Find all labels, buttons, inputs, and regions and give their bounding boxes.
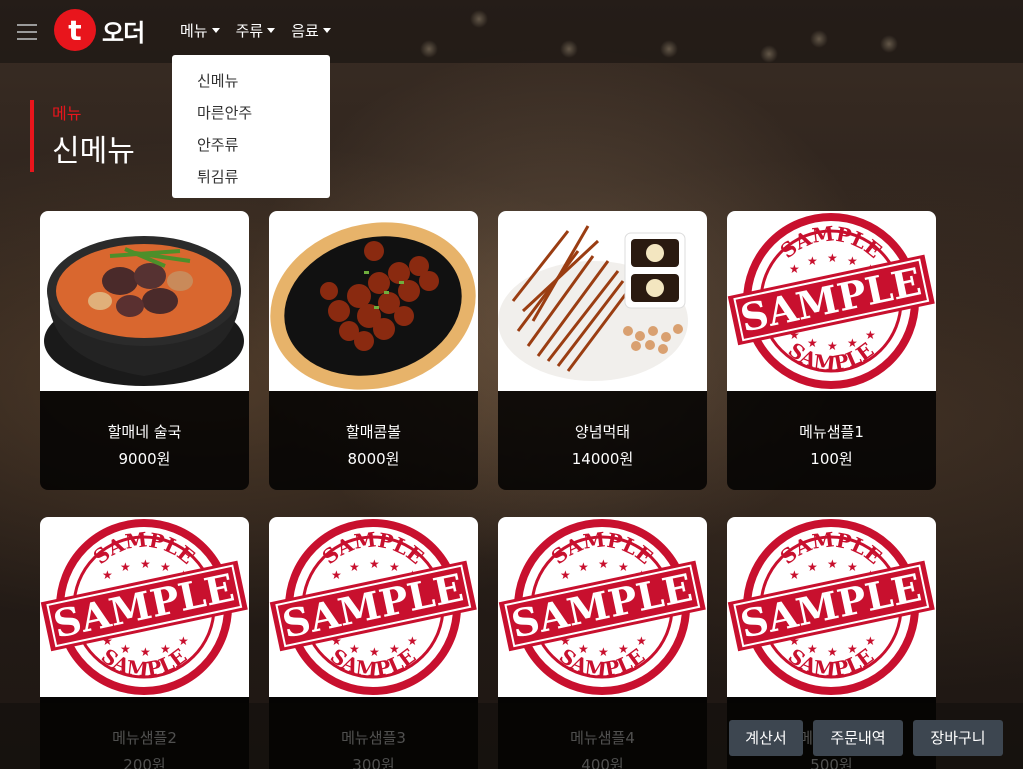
menu-card[interactable]: 양념먹태 14000원 xyxy=(498,211,707,490)
svg-text:★: ★ xyxy=(389,642,400,656)
hamburger-menu-icon[interactable] xyxy=(17,24,37,40)
main-nav: 메뉴 주류 음료 xyxy=(180,20,347,41)
menu-price: 8000원 xyxy=(347,450,400,468)
nav-drinks-label: 음료 xyxy=(291,22,319,40)
svg-text:★: ★ xyxy=(178,634,189,648)
brand-logo[interactable]: t 오더 xyxy=(54,9,145,51)
nav-menu[interactable]: 메뉴 xyxy=(180,20,220,41)
svg-text:★: ★ xyxy=(120,560,131,574)
sample-stamp-image: SAMPLE SAMPLE ★★★★★ ★★★★★ SAMPLE xyxy=(727,211,936,391)
svg-text:★: ★ xyxy=(827,645,838,659)
svg-text:★: ★ xyxy=(865,634,876,648)
svg-text:★: ★ xyxy=(369,645,380,659)
svg-text:★: ★ xyxy=(598,557,609,571)
cart-button[interactable]: 장바구니 xyxy=(913,720,1003,756)
section-heading: 메뉴 신메뉴 xyxy=(30,100,135,172)
svg-text:★: ★ xyxy=(578,642,589,656)
svg-text:★: ★ xyxy=(636,634,647,648)
svg-text:★: ★ xyxy=(618,560,629,574)
svg-text:★: ★ xyxy=(578,560,589,574)
menu-name: 양념먹태 xyxy=(574,423,631,441)
sample-stamp-image: SAMPLE SAMPLE ★★★★★ ★★★★★ SAMPLE xyxy=(269,517,478,697)
page-title: 신메뉴 xyxy=(52,134,135,169)
svg-text:★: ★ xyxy=(369,557,380,571)
section-subtitle: 메뉴 xyxy=(52,104,82,123)
nav-liquor[interactable]: 주류 xyxy=(236,20,276,41)
dried-fish-photo xyxy=(498,211,707,391)
menu-card[interactable]: 할매콤볼 8000원 xyxy=(269,211,478,490)
svg-text:★: ★ xyxy=(865,328,876,342)
dropdown-item-fried[interactable]: 튀김류 xyxy=(172,161,330,193)
chevron-down-icon xyxy=(211,28,220,33)
chevron-down-icon xyxy=(267,28,276,33)
spicy-balls-photo xyxy=(269,211,478,391)
dropdown-item-dry-snacks[interactable]: 마른안주 xyxy=(172,97,330,129)
svg-text:★: ★ xyxy=(140,557,151,571)
svg-text:★: ★ xyxy=(160,560,171,574)
svg-text:★: ★ xyxy=(598,645,609,659)
top-navbar: t 오더 메뉴 주류 음료 xyxy=(0,0,1023,63)
svg-text:★: ★ xyxy=(120,642,131,656)
logo-text: 오더 xyxy=(102,18,145,47)
nav-liquor-label: 주류 xyxy=(235,22,264,40)
chevron-down-icon xyxy=(322,28,331,33)
sample-stamp-image: SAMPLE SAMPLE ★★★★★ ★★★★★ SAMPLE xyxy=(40,517,249,697)
svg-text:★: ★ xyxy=(807,336,818,350)
svg-text:★: ★ xyxy=(102,568,113,582)
svg-text:★: ★ xyxy=(847,642,858,656)
svg-text:★: ★ xyxy=(789,568,800,582)
svg-text:★: ★ xyxy=(349,560,360,574)
svg-text:★: ★ xyxy=(389,560,400,574)
menu-card[interactable]: SAMPLE SAMPLE ★★★★★ ★★★★★ SAMPLE 메뉴샘플1 1… xyxy=(727,211,936,490)
svg-text:★: ★ xyxy=(140,645,151,659)
svg-text:★: ★ xyxy=(827,251,838,265)
logo-badge: t xyxy=(54,9,96,51)
bill-button[interactable]: 계산서 xyxy=(729,720,803,756)
stew-photo xyxy=(40,211,249,391)
menu-price: 100원 xyxy=(810,450,853,468)
menu-name: 할매콤볼 xyxy=(345,423,402,441)
svg-text:★: ★ xyxy=(349,642,360,656)
menu-price: 14000원 xyxy=(571,450,634,468)
svg-text:★: ★ xyxy=(847,560,858,574)
svg-text:★: ★ xyxy=(807,642,818,656)
nav-menu-label: 메뉴 xyxy=(180,22,208,40)
menu-name: 할매네 술국 xyxy=(107,423,182,441)
svg-text:★: ★ xyxy=(847,336,858,350)
svg-text:★: ★ xyxy=(407,634,418,648)
dropdown-item-side-dishes[interactable]: 안주류 xyxy=(172,129,330,161)
svg-text:★: ★ xyxy=(789,262,800,276)
sample-stamp-image: SAMPLE SAMPLE ★★★★★ ★★★★★ SAMPLE xyxy=(727,517,936,697)
sample-stamp-image: SAMPLE SAMPLE ★★★★★ ★★★★★ SAMPLE xyxy=(498,517,707,697)
menu-price: 9000원 xyxy=(118,450,171,468)
svg-text:★: ★ xyxy=(618,642,629,656)
menu-card[interactable]: 할매네 술국 9000원 xyxy=(40,211,249,490)
menu-dropdown: 신메뉴 마른안주 안주류 튀김류 xyxy=(172,55,330,198)
nav-drinks[interactable]: 음료 xyxy=(291,20,331,41)
svg-text:★: ★ xyxy=(560,568,571,582)
svg-text:★: ★ xyxy=(827,557,838,571)
svg-text:★: ★ xyxy=(331,568,342,582)
svg-text:★: ★ xyxy=(807,560,818,574)
svg-text:★: ★ xyxy=(847,254,858,268)
svg-text:★: ★ xyxy=(160,642,171,656)
menu-name: 메뉴샘플1 xyxy=(799,423,864,441)
dropdown-item-new-menu[interactable]: 신메뉴 xyxy=(172,65,330,97)
svg-text:★: ★ xyxy=(807,254,818,268)
order-history-button[interactable]: 주문내역 xyxy=(813,720,903,756)
svg-text:★: ★ xyxy=(827,339,838,353)
